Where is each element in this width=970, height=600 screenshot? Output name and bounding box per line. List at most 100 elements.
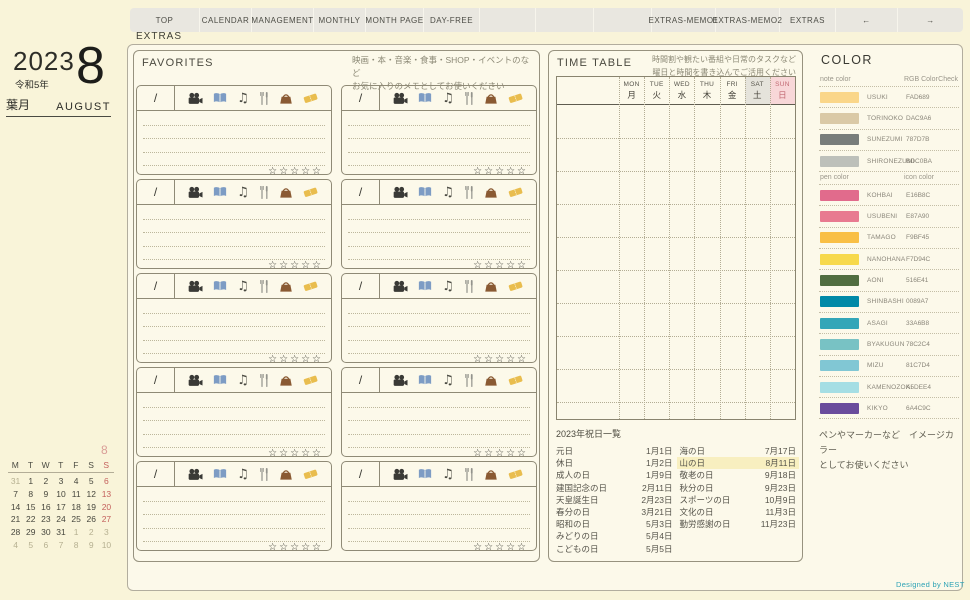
mini-calendar-day[interactable]: 1 <box>23 475 38 488</box>
mini-calendar-day[interactable]: 31 <box>8 475 23 488</box>
star-rating[interactable]: ☆☆☆☆☆ <box>473 542 528 553</box>
color-row-kohbai[interactable]: KOHBAIE16B8C <box>819 185 959 206</box>
color-row-tamago[interactable]: TAMAGOF9BF45 <box>819 228 959 249</box>
mini-calendar-day[interactable]: 3 <box>53 475 68 488</box>
color-row-shironezumi[interactable]: SHIRONEZUMIBDC0BA <box>819 151 959 172</box>
star-rating[interactable]: ☆☆☆☆☆ <box>268 166 323 177</box>
favorite-card[interactable]: /♫☆☆☆☆☆ <box>341 367 537 457</box>
memo-lines[interactable] <box>143 488 325 542</box>
favorite-card[interactable]: /♫☆☆☆☆☆ <box>341 179 537 269</box>
star-rating[interactable]: ☆☆☆☆☆ <box>473 354 528 365</box>
mini-calendar-day[interactable]: 24 <box>53 513 68 526</box>
date-cell[interactable]: / <box>342 86 380 110</box>
timetable-grid[interactable]: MON月TUE火WED水THU木FRI金SAT土SUN日 <box>556 76 796 420</box>
date-cell[interactable]: / <box>342 462 380 486</box>
date-cell[interactable]: / <box>342 274 380 298</box>
mini-calendar-day[interactable]: 6 <box>99 475 114 488</box>
mini-calendar-day[interactable]: 3 <box>99 526 114 539</box>
tab-top[interactable]: TOP <box>130 8 200 32</box>
date-cell[interactable]: / <box>137 462 175 486</box>
mini-calendar-day[interactable]: 4 <box>8 539 23 552</box>
memo-lines[interactable] <box>348 300 530 354</box>
date-cell[interactable]: / <box>137 180 175 204</box>
tab-extras[interactable]: EXTRAS <box>780 8 836 32</box>
mini-calendar-day[interactable]: 9 <box>84 539 99 552</box>
favorite-card[interactable]: /♫☆☆☆☆☆ <box>136 461 332 551</box>
mini-calendar-day[interactable]: 20 <box>99 501 114 514</box>
star-rating[interactable]: ☆☆☆☆☆ <box>473 166 528 177</box>
memo-lines[interactable] <box>143 206 325 260</box>
mini-calendar-day[interactable]: 25 <box>69 513 84 526</box>
favorite-card[interactable]: /♫☆☆☆☆☆ <box>341 85 537 175</box>
tab-day-free[interactable]: DAY-FREE <box>424 8 480 32</box>
memo-lines[interactable] <box>143 300 325 354</box>
color-row-usubeni[interactable]: USUBENIE87A90 <box>819 206 959 227</box>
date-cell[interactable]: / <box>342 368 380 392</box>
mini-calendar-day[interactable]: 28 <box>8 526 23 539</box>
favorite-card[interactable]: /♫☆☆☆☆☆ <box>136 85 332 175</box>
memo-lines[interactable] <box>143 394 325 448</box>
mini-calendar-day[interactable]: 26 <box>84 513 99 526</box>
mini-calendar-day[interactable]: 9 <box>38 488 53 501</box>
mini-calendar-day[interactable]: 7 <box>53 539 68 552</box>
mini-calendar-day[interactable]: 15 <box>23 501 38 514</box>
mini-calendar-day[interactable]: 1 <box>69 526 84 539</box>
mini-calendar-day[interactable]: 12 <box>84 488 99 501</box>
mini-calendar-day[interactable]: 19 <box>84 501 99 514</box>
mini-calendar-day[interactable]: 16 <box>38 501 53 514</box>
mini-calendar-day[interactable]: 2 <box>84 526 99 539</box>
favorite-card[interactable]: /♫☆☆☆☆☆ <box>341 461 537 551</box>
color-row-byakugun[interactable]: BYAKUGUN78C2C4 <box>819 334 959 355</box>
tab-calendar[interactable]: CALENDAR <box>200 8 252 32</box>
date-cell[interactable]: / <box>342 180 380 204</box>
color-row-kikyo[interactable]: KIKYO6A4C9C <box>819 398 959 419</box>
mini-calendar-day[interactable]: 2 <box>38 475 53 488</box>
color-row-torinoko[interactable]: TORINOKODAC9A6 <box>819 108 959 129</box>
star-rating[interactable]: ☆☆☆☆☆ <box>268 260 323 271</box>
favorite-card[interactable]: /♫☆☆☆☆☆ <box>341 273 537 363</box>
mini-calendar-day[interactable]: 13 <box>99 488 114 501</box>
star-rating[interactable]: ☆☆☆☆☆ <box>268 542 323 553</box>
favorite-card[interactable]: /♫☆☆☆☆☆ <box>136 179 332 269</box>
mini-calendar-day[interactable]: 14 <box>8 501 23 514</box>
star-rating[interactable]: ☆☆☆☆☆ <box>268 354 323 365</box>
mini-calendar-day[interactable]: 4 <box>69 475 84 488</box>
color-row-sunezumi[interactable]: SUNEZUMI787D7B <box>819 130 959 151</box>
memo-lines[interactable] <box>348 112 530 166</box>
mini-calendar-day[interactable]: 21 <box>8 513 23 526</box>
date-cell[interactable]: / <box>137 368 175 392</box>
nav-next-button[interactable]: → <box>898 8 963 32</box>
color-row-kamenozoki[interactable]: KAMENOZOKIA5DEE4 <box>819 377 959 398</box>
mini-calendar-day[interactable]: 7 <box>8 488 23 501</box>
star-rating[interactable]: ☆☆☆☆☆ <box>473 260 528 271</box>
favorite-card[interactable]: /♫☆☆☆☆☆ <box>136 367 332 457</box>
color-row-mizu[interactable]: MIZU81C7D4 <box>819 356 959 377</box>
memo-lines[interactable] <box>348 206 530 260</box>
star-rating[interactable]: ☆☆☆☆☆ <box>268 448 323 459</box>
mini-calendar-day[interactable]: 17 <box>53 501 68 514</box>
mini-calendar-day[interactable]: 10 <box>99 539 114 552</box>
color-row-usuki[interactable]: USUKIFAD689 <box>819 87 959 108</box>
color-row-aoni[interactable]: AONI516E41 <box>819 270 959 291</box>
tab-monthly[interactable]: MONTHLY <box>314 8 366 32</box>
color-row-nanohana[interactable]: NANOHANAF7D94C <box>819 249 959 270</box>
mini-calendar-day[interactable]: 5 <box>23 539 38 552</box>
star-rating[interactable]: ☆☆☆☆☆ <box>473 448 528 459</box>
nav-prev-button[interactable]: ← <box>836 8 898 32</box>
color-row-shinbashi[interactable]: SHINBASHI0089A7 <box>819 292 959 313</box>
date-cell[interactable]: / <box>137 274 175 298</box>
mini-calendar-day[interactable]: 6 <box>38 539 53 552</box>
mini-calendar-day[interactable]: 29 <box>23 526 38 539</box>
memo-lines[interactable] <box>143 112 325 166</box>
mini-calendar-day[interactable]: 8 <box>69 539 84 552</box>
memo-lines[interactable] <box>348 394 530 448</box>
mini-calendar-day[interactable]: 27 <box>99 513 114 526</box>
mini-calendar-day[interactable]: 23 <box>38 513 53 526</box>
mini-calendar-day[interactable]: 11 <box>69 488 84 501</box>
favorite-card[interactable]: /♫☆☆☆☆☆ <box>136 273 332 363</box>
tab-extras-memo1[interactable]: EXTRAS-MEMO1 <box>652 8 716 32</box>
mini-calendar-day[interactable]: 18 <box>69 501 84 514</box>
mini-calendar-day[interactable]: 22 <box>23 513 38 526</box>
mini-calendar-day[interactable]: 8 <box>23 488 38 501</box>
color-row-asagi[interactable]: ASAGI33A6B8 <box>819 313 959 334</box>
